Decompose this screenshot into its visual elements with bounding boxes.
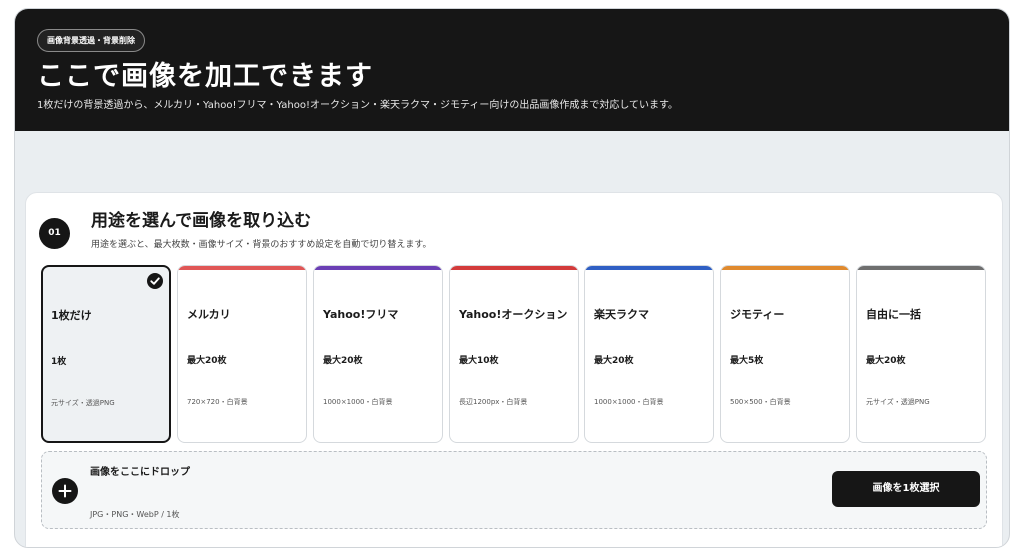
card-spec: 元サイズ・透過PNG <box>866 398 930 406</box>
purpose-card-yahoo-flea[interactable]: Yahoo!フリマ 最大20枚 1000×1000・白背景 <box>313 265 443 443</box>
card-count: 最大20枚 <box>323 356 363 366</box>
card-accent-bar <box>178 266 306 270</box>
card-accent-bar <box>857 266 985 270</box>
card-accent-bar <box>721 266 849 270</box>
purpose-card-mercari[interactable]: メルカリ 最大20枚 720×720・白背景 <box>177 265 307 443</box>
app-frame: 画像背景透過・背景削除 ここで画像を加工できます 1枚だけの背景透過から、メルカ… <box>14 8 1010 548</box>
card-name: 1枚だけ <box>51 309 92 322</box>
purpose-card-free-batch[interactable]: 自由に一括 最大20枚 元サイズ・透過PNG <box>856 265 986 443</box>
card-spec: 長辺1200px・白背景 <box>459 398 528 406</box>
card-accent-bar <box>450 266 578 270</box>
purpose-card-yahoo-auction[interactable]: Yahoo!オークション 最大10枚 長辺1200px・白背景 <box>449 265 579 443</box>
image-drop-zone[interactable]: 画像をここにドロップ JPG・PNG・WebP / 1枚 画像を1枚選択 <box>41 451 987 529</box>
purpose-card-jmty[interactable]: ジモティー 最大5枚 500×500・白背景 <box>720 265 850 443</box>
card-spec: 500×500・白背景 <box>730 398 791 406</box>
feature-pill: 画像背景透過・背景削除 <box>37 29 145 52</box>
purpose-card-single[interactable]: 1枚だけ 1枚 元サイズ・透過PNG <box>41 265 171 443</box>
card-count: 最大5枚 <box>730 356 764 366</box>
card-count: 最大20枚 <box>187 356 227 366</box>
card-name: Yahoo!フリマ <box>323 308 399 321</box>
step-number-badge: 01 <box>39 218 70 249</box>
card-count: 1枚 <box>51 357 67 367</box>
step-panel: 01 用途を選んで画像を取り込む 用途を選ぶと、最大枚数・画像サイズ・背景のおす… <box>25 192 1003 547</box>
card-name: 自由に一括 <box>866 308 921 321</box>
card-spec: 1000×1000・白背景 <box>323 398 393 406</box>
card-spec: 元サイズ・透過PNG <box>51 399 115 407</box>
card-name: メルカリ <box>187 308 231 321</box>
card-accent-bar <box>585 266 713 270</box>
plus-icon[interactable] <box>52 478 78 504</box>
page-title: ここで画像を加工できます <box>37 61 373 92</box>
card-name: Yahoo!オークション <box>459 308 568 321</box>
step-description: 用途を選ぶと、最大枚数・画像サイズ・背景のおすすめ設定を自動で切り替えます。 <box>91 240 432 250</box>
card-count: 最大20枚 <box>594 356 634 366</box>
purpose-card-rakuma[interactable]: 楽天ラクマ 最大20枚 1000×1000・白背景 <box>584 265 714 443</box>
card-name: 楽天ラクマ <box>594 308 649 321</box>
hero-header: 画像背景透過・背景削除 ここで画像を加工できます 1枚だけの背景透過から、メルカ… <box>15 9 1009 131</box>
drop-zone-title: 画像をここにドロップ <box>90 467 190 478</box>
check-icon <box>147 273 163 289</box>
card-name: ジモティー <box>730 308 785 321</box>
select-image-button[interactable]: 画像を1枚選択 <box>832 471 980 507</box>
card-accent-bar <box>314 266 442 270</box>
step-title: 用途を選んで画像を取り込む <box>91 211 312 231</box>
card-count: 最大10枚 <box>459 356 499 366</box>
card-count: 最大20枚 <box>866 356 906 366</box>
card-spec: 720×720・白背景 <box>187 398 248 406</box>
drop-zone-hint: JPG・PNG・WebP / 1枚 <box>90 510 180 519</box>
page-subtitle: 1枚だけの背景透過から、メルカリ・Yahoo!フリマ・Yahoo!オークション・… <box>37 100 679 111</box>
card-spec: 1000×1000・白背景 <box>594 398 664 406</box>
